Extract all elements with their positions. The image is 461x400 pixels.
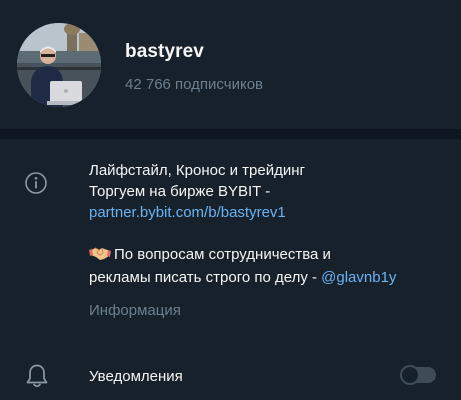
channel-avatar[interactable] xyxy=(17,23,101,107)
subscriber-count: 42 766 подписчиков xyxy=(125,76,264,93)
section-divider xyxy=(0,129,461,139)
description-spacer xyxy=(89,223,449,244)
description-text: По вопросам сотрудничества и xyxy=(114,246,331,263)
avatar-image xyxy=(17,23,101,107)
notifications-toggle[interactable] xyxy=(400,365,436,385)
channel-name: bastyrev xyxy=(125,41,204,62)
info-section-label: Информация xyxy=(89,302,181,319)
description-text: рекламы писать строго по делу - xyxy=(89,269,322,286)
channel-description: Лайфстайл, Кронос и трейдинг Торгуем на … xyxy=(89,160,449,288)
partner-link[interactable]: partner.bybit.com/b/bastyrev1 xyxy=(89,202,449,223)
info-circle-icon xyxy=(24,171,48,195)
description-line: По вопросам сотрудничества и xyxy=(89,244,449,267)
notifications-label: Уведомления xyxy=(89,368,183,385)
channel-header: bastyrev 42 766 подписчиков xyxy=(0,0,461,129)
handshake-emoji xyxy=(89,245,111,267)
description-line: Лайфстайл, Кронос и трейдинг xyxy=(89,162,305,179)
bell-icon xyxy=(25,363,49,389)
channel-info-panel: bastyrev 42 766 подписчиков Лайфстайл, К… xyxy=(0,0,461,400)
contact-mention-link[interactable]: @glavnb1y xyxy=(321,269,396,286)
toggle-knob xyxy=(400,365,420,385)
description-line: рекламы писать строго по делу - @glavnb1… xyxy=(89,267,449,288)
description-line: Торгуем на бирже BYBIT - xyxy=(89,183,271,200)
